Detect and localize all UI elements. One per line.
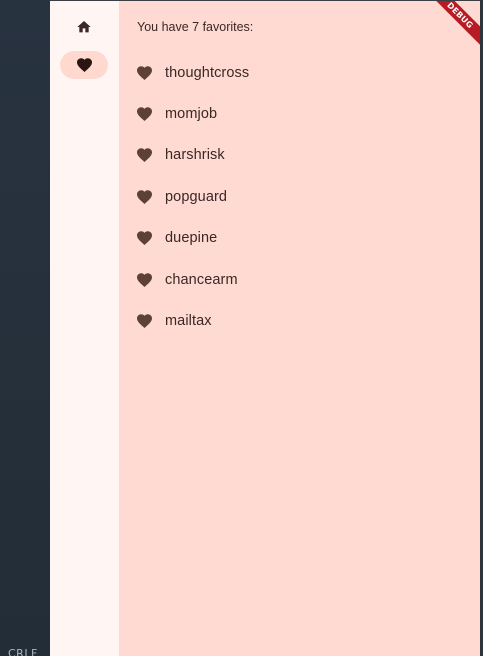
list-item-label: momjob	[165, 106, 218, 123]
list-item[interactable]: harshrisk	[119, 135, 480, 176]
favorites-count-text: You have 7 favorites:	[137, 20, 254, 34]
favorites-list: thoughtcross momjob harshrisk popguard d…	[119, 52, 480, 342]
list-item[interactable]: mailtax	[119, 300, 480, 341]
list-item[interactable]: duepine	[119, 218, 480, 259]
navigation-rail	[50, 0, 119, 656]
home-icon	[77, 21, 91, 33]
list-item-label: popguard	[165, 188, 228, 205]
app-window: You have 7 favorites: thoughtcross momjo…	[50, 0, 480, 656]
nav-home-button[interactable]	[60, 13, 108, 41]
list-item[interactable]: momjob	[119, 93, 480, 134]
line-ending-indicator[interactable]: CRLF	[8, 647, 38, 656]
list-item-label: thoughtcross	[165, 64, 250, 81]
list-item[interactable]: popguard	[119, 176, 480, 217]
favorite-icon	[137, 190, 152, 204]
list-item-label: harshrisk	[165, 147, 225, 164]
ide-background	[0, 0, 50, 656]
favorite-icon	[137, 231, 152, 246]
list-item-label: mailtax	[165, 313, 212, 330]
favorite-icon	[76, 58, 92, 73]
list-item[interactable]: chancearm	[119, 259, 480, 300]
favorite-icon	[137, 107, 152, 122]
favorite-icon	[137, 65, 152, 80]
favorite-icon	[137, 314, 152, 329]
favorite-icon	[137, 148, 152, 163]
window-top-border	[50, 0, 483, 1]
nav-favorites-button[interactable]	[60, 51, 108, 79]
favorite-icon	[137, 272, 152, 287]
list-item-label: chancearm	[165, 271, 238, 288]
favorites-page: You have 7 favorites: thoughtcross momjo…	[119, 0, 480, 656]
list-item[interactable]: thoughtcross	[119, 52, 480, 93]
list-item-label: duepine	[165, 230, 218, 247]
